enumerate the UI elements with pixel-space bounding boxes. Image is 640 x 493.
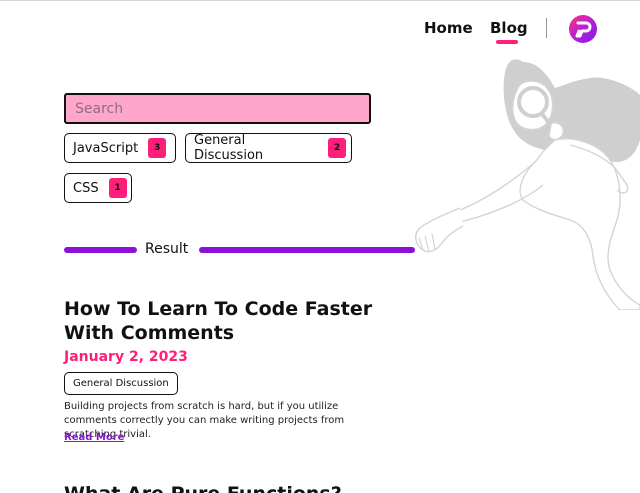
- nav-active-indicator: [496, 40, 518, 44]
- tag-label: General Discussion: [194, 133, 264, 163]
- post-title[interactable]: What Are Pure Functions?: [64, 482, 424, 493]
- tag-filter-general-discussion[interactable]: General Discussion 2: [185, 133, 352, 163]
- tag-count-badge: 2: [328, 138, 346, 158]
- read-more-link[interactable]: Read More: [64, 432, 124, 443]
- post-tag[interactable]: General Discussion: [64, 372, 178, 395]
- nav-home-link[interactable]: Home: [424, 19, 473, 37]
- search-input[interactable]: [64, 93, 371, 124]
- top-border: [0, 0, 640, 1]
- nav-divider: [546, 18, 547, 38]
- tag-filter-css[interactable]: CSS 1: [64, 173, 132, 203]
- tag-filter-javascript[interactable]: JavaScript 3: [64, 133, 176, 163]
- post-date: January 2, 2023: [64, 349, 188, 365]
- tag-label: CSS: [73, 180, 99, 196]
- tag-label: JavaScript: [73, 140, 139, 156]
- tag-count-badge: 3: [148, 138, 167, 158]
- woman-with-magnifying-glass-illustration: [415, 59, 640, 310]
- tag-count-badge: 1: [108, 178, 127, 198]
- result-divider-left: [64, 247, 137, 253]
- result-divider-right: [199, 247, 415, 253]
- brand-logo-icon[interactable]: [569, 15, 597, 43]
- result-heading: Result: [145, 241, 189, 257]
- post-title[interactable]: How To Learn To Code Faster With Comment…: [64, 297, 424, 345]
- nav-blog-link[interactable]: Blog: [490, 19, 528, 37]
